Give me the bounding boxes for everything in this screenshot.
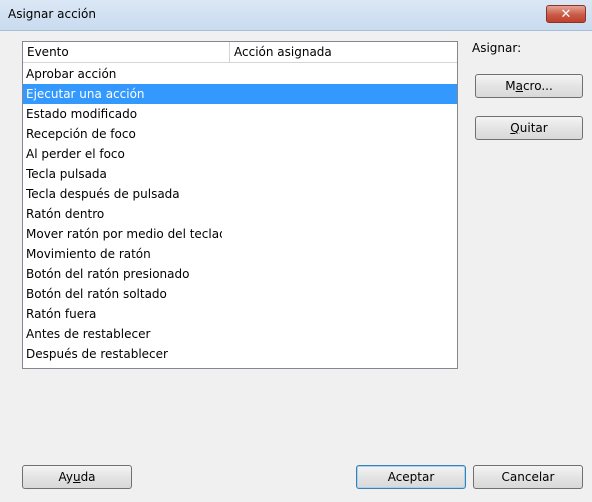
event-name: Recepción de foco bbox=[26, 127, 136, 141]
help-button[interactable]: Ayuda bbox=[22, 465, 132, 489]
help-button-mnemonic: u bbox=[72, 470, 81, 484]
macro-button-label-pre: M bbox=[505, 79, 516, 93]
event-name: Estado modificado bbox=[26, 107, 138, 121]
list-item[interactable]: Aprobar acción bbox=[23, 64, 457, 84]
list-item[interactable]: Ejecutar una acción bbox=[23, 84, 457, 104]
list-item[interactable]: Ratón dentro bbox=[23, 204, 457, 224]
list-item[interactable]: Ratón fuera bbox=[23, 304, 457, 324]
cancel-button[interactable]: Cancelar bbox=[473, 465, 583, 489]
list-item[interactable]: Recepción de foco bbox=[23, 124, 457, 144]
help-button-label-pre: Ay bbox=[58, 470, 73, 484]
assign-label: Asignar: bbox=[472, 41, 522, 55]
list-item[interactable]: Mover ratón por medio del teclado bbox=[23, 224, 457, 244]
close-icon: ✕ bbox=[560, 7, 572, 22]
event-name: Tecla pulsada bbox=[26, 167, 107, 181]
list-item[interactable]: Tecla pulsada bbox=[23, 164, 457, 184]
list-item[interactable]: Botón del ratón soltado bbox=[23, 284, 457, 304]
title-bar: Asignar acción ✕ bbox=[0, 0, 592, 31]
close-button[interactable]: ✕ bbox=[546, 5, 586, 23]
remove-button-label-post: uitar bbox=[519, 121, 548, 135]
help-button-label-post: da bbox=[80, 470, 96, 484]
event-name: Tecla después de pulsada bbox=[26, 187, 180, 201]
event-name: Ratón fuera bbox=[26, 307, 97, 321]
window-title: Asignar acción bbox=[8, 7, 96, 21]
list-item[interactable]: Movimiento de ratón bbox=[23, 244, 457, 264]
event-name: Aprobar acción bbox=[26, 67, 117, 81]
event-name: Al perder el foco bbox=[26, 147, 125, 161]
event-name: Antes de restablecer bbox=[26, 327, 151, 341]
event-name: Ejecutar una acción bbox=[26, 87, 145, 101]
event-name: Mover ratón por medio del teclado bbox=[26, 227, 222, 241]
event-name: Después de restablecer bbox=[26, 347, 168, 361]
list-rows: Aprobar acción Ejecutar una acción Estado … bbox=[23, 64, 457, 364]
column-header-assigned-action[interactable]: Acción asignada bbox=[230, 42, 457, 62]
macro-button[interactable]: Macro... bbox=[475, 74, 583, 98]
list-item[interactable]: Después de restablecer bbox=[23, 344, 457, 364]
ok-button[interactable]: Aceptar bbox=[356, 465, 466, 489]
list-item[interactable]: Botón del ratón presionado bbox=[23, 264, 457, 284]
list-item[interactable]: Antes de restablecer bbox=[23, 324, 457, 344]
macro-button-mnemonic: a bbox=[515, 79, 523, 93]
macro-button-label-post: cro... bbox=[522, 79, 553, 93]
column-header-event[interactable]: Evento bbox=[23, 42, 230, 62]
list-item[interactable]: Al perder el foco bbox=[23, 144, 457, 164]
remove-button[interactable]: Quitar bbox=[475, 116, 583, 140]
dialog-body: Evento Acción asignada Aprobar acción Eje… bbox=[0, 31, 592, 502]
event-name: Movimiento de ratón bbox=[26, 247, 151, 261]
event-list[interactable]: Evento Acción asignada Aprobar acción Eje… bbox=[22, 41, 458, 369]
list-item[interactable]: Tecla después de pulsada bbox=[23, 184, 457, 204]
remove-button-mnemonic: Q bbox=[510, 121, 520, 135]
list-item[interactable]: Estado modificado bbox=[23, 104, 457, 124]
event-name: Botón del ratón soltado bbox=[26, 287, 167, 301]
event-name: Botón del ratón presionado bbox=[26, 267, 190, 281]
event-name: Ratón dentro bbox=[26, 207, 105, 221]
list-header: Evento Acción asignada bbox=[23, 42, 457, 63]
